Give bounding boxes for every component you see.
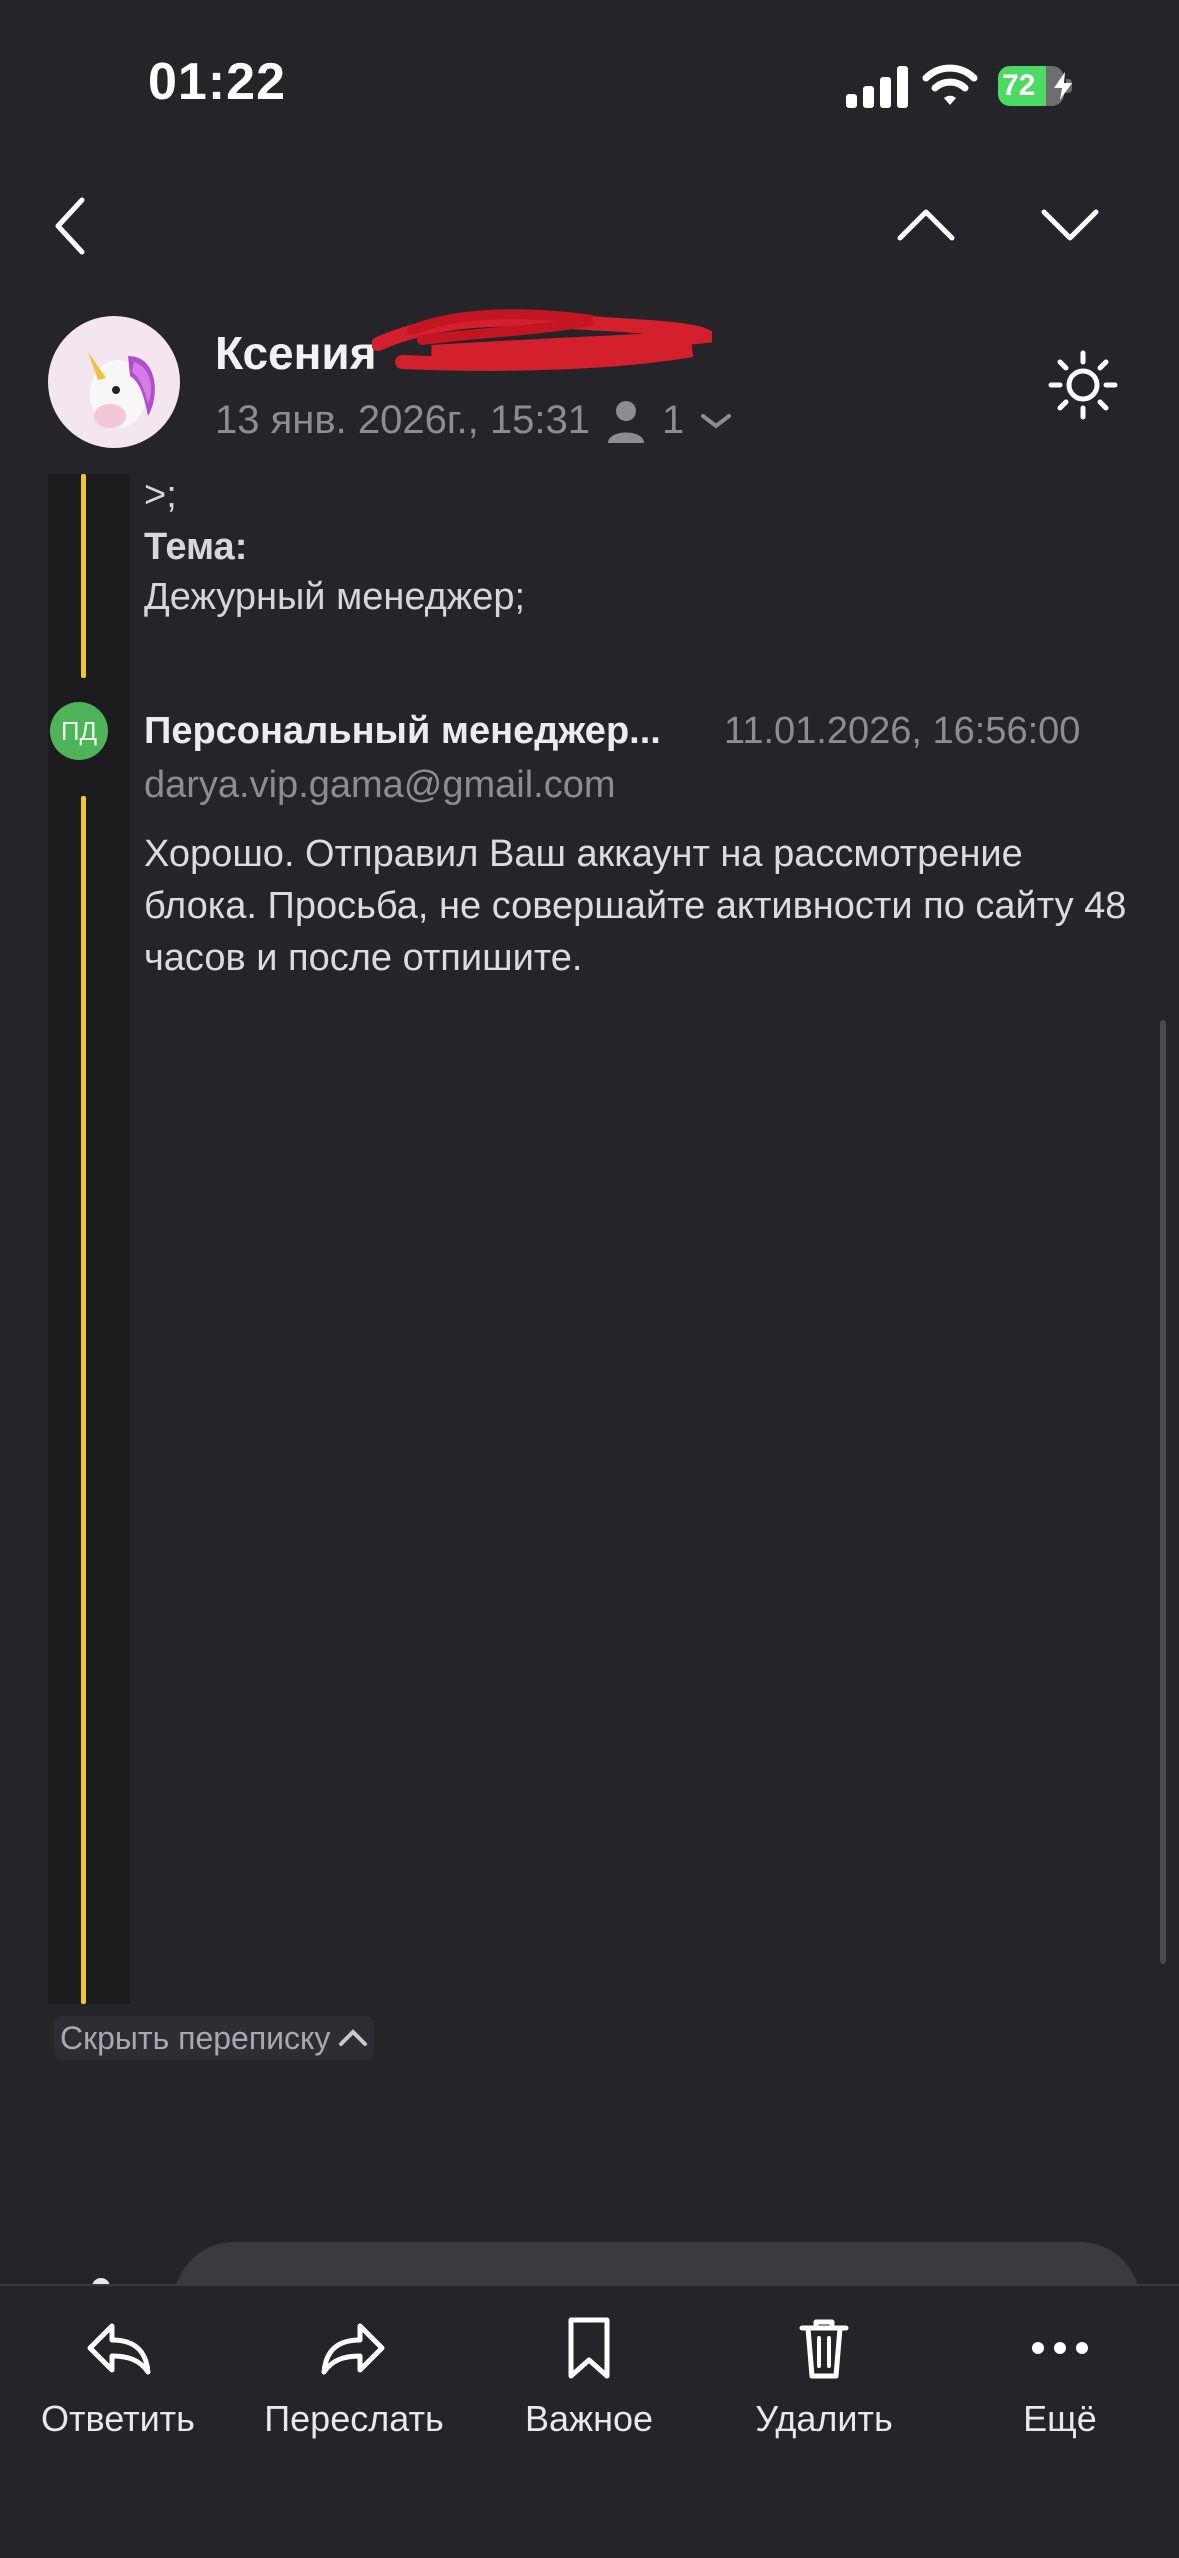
more-dots-icon (1032, 2342, 1088, 2354)
scrollbar[interactable] (1160, 1020, 1166, 1964)
more-button[interactable]: Ещё (960, 2312, 1160, 2440)
trash-icon (799, 2319, 849, 2379)
forward-arrow-icon (321, 2323, 385, 2375)
recipients-count[interactable]: 1 (662, 398, 684, 443)
brightness-sun-icon[interactable] (1048, 350, 1118, 420)
chevron-down-icon[interactable] (700, 411, 732, 431)
previous-message-chevron-up-icon[interactable] (896, 200, 956, 250)
more-label: Ещё (1023, 2398, 1097, 2439)
message-datetime: 11.01.2026, 16:56:00 (724, 710, 1081, 752)
message-meta: 13 янв. 2026г., 15:31 1 (215, 398, 732, 443)
sender-name: Ксения (215, 327, 377, 379)
reply-button[interactable]: Ответить (18, 2312, 218, 2440)
message-avatar-initials[interactable]: ПД (50, 702, 108, 760)
subject-value: Дежурный менеджер; (144, 576, 526, 618)
message-email[interactable]: darya.vip.gama@gmail.com (144, 764, 616, 807)
back-chevron-icon[interactable] (50, 196, 90, 256)
delete-button[interactable]: Удалить (724, 2312, 924, 2440)
sender-avatar-unicorn[interactable] (48, 316, 180, 448)
important-label: Важное (524, 2398, 654, 2439)
message-date: 13 янв. 2026г., 15:31 (215, 398, 590, 442)
reply-label: Ответить (41, 2398, 195, 2439)
next-message-chevron-down-icon[interactable] (1040, 200, 1100, 250)
wifi-icon (922, 64, 978, 105)
bookmark-icon (568, 2317, 610, 2379)
quote-line (81, 474, 86, 678)
redaction-scribble (372, 309, 712, 371)
message-sender[interactable]: Персональный менеджер... (144, 710, 661, 753)
hide-thread-button[interactable]: Скрыть переписку (54, 2016, 375, 2060)
bottom-toolbar: Ответить Переслать Важное Удалить Ещё (0, 2284, 1179, 2558)
hide-thread-label: Скрыть переписку (60, 2019, 331, 2056)
important-button[interactable]: Важное (489, 2312, 689, 2440)
status-time: 01:22 (148, 53, 286, 111)
cellular-signal-icon (846, 66, 908, 108)
forward-button[interactable]: Переслать (254, 2312, 454, 2440)
reply-arrow-icon (87, 2323, 151, 2375)
person-icon (607, 400, 644, 443)
battery-icon: 72 (998, 66, 1072, 106)
subject-label: Тема: (144, 526, 248, 568)
message-body: Хорошо. Отправил Ваш аккаунт на рассмотр… (144, 833, 1127, 979)
chevron-up-icon (339, 2029, 368, 2046)
battery-percent: 72 (1002, 69, 1036, 102)
quote-prefix: >; (144, 474, 177, 516)
charging-bolt-icon (1054, 72, 1072, 100)
forward-label: Переслать (264, 2398, 444, 2439)
delete-label: Удалить (755, 2398, 893, 2439)
quote-line (81, 796, 86, 2004)
unicorn-icon (88, 352, 155, 428)
